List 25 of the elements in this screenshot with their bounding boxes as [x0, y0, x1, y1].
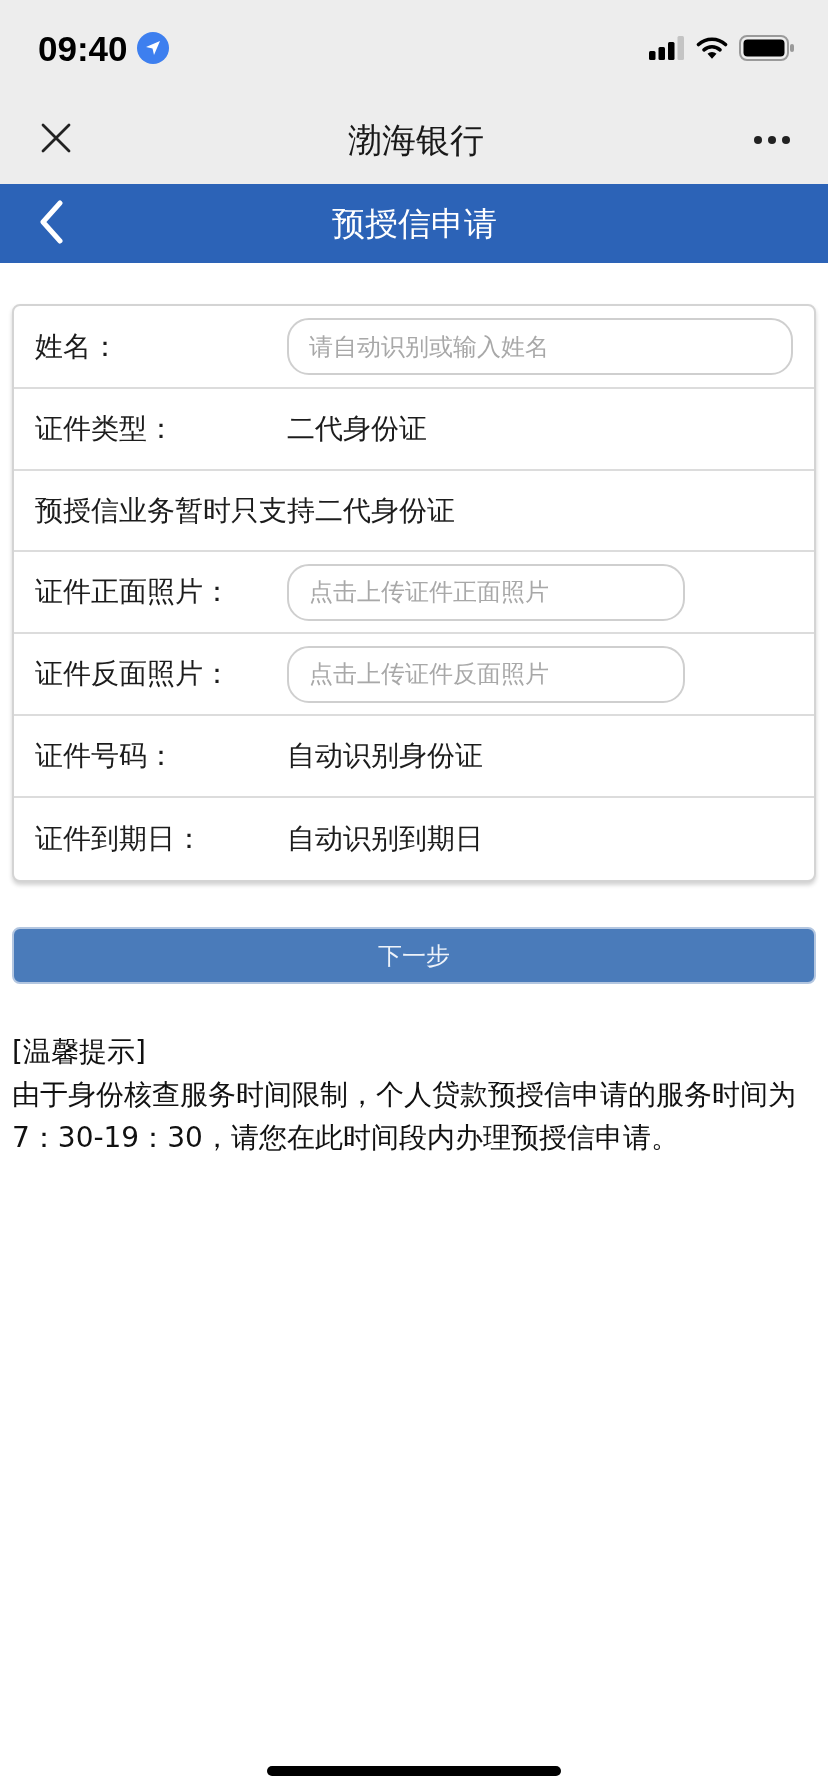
close-icon[interactable]	[41, 123, 71, 153]
notice-text: 预授信业务暂时只支持二代身份证	[35, 493, 455, 528]
tips-text: 由于身份核查服务时间限制，个人贷款预授信申请的服务时间为7：30-19：30，请您在此时间段内办理预授信申请。	[12, 1077, 797, 1156]
form-label: 证件反面照片：	[35, 657, 232, 691]
tips-heading: [温馨提示]	[12, 1034, 146, 1070]
app-title: 渤海银行	[347, 119, 484, 161]
form-value: 自动识别到期日	[287, 822, 483, 856]
name-input-field[interactable]: 请自动识别或输入姓名	[287, 318, 793, 375]
status-time: 09:40	[38, 30, 128, 66]
form-label: 证件号码：	[35, 739, 176, 773]
next-button[interactable]: 下一步	[12, 927, 816, 984]
form-label: 姓名：	[35, 329, 120, 364]
signal-icon	[649, 36, 685, 60]
form-label: 证件到期日：	[35, 822, 204, 856]
form-label: 证件类型：	[35, 412, 176, 446]
chevron-left-icon[interactable]	[38, 199, 64, 244]
form-value: 自动识别身份证	[287, 739, 483, 773]
upload-field[interactable]: 点击上传证件正面照片	[287, 563, 685, 621]
page-title: 预授信申请	[331, 203, 497, 244]
form-value: 二代身份证	[287, 412, 427, 446]
wifi-icon	[696, 36, 728, 60]
form-label: 证件正面照片：	[35, 575, 232, 609]
battery-icon	[739, 35, 795, 61]
upload-field[interactable]: 点击上传证件反面照片	[287, 645, 685, 703]
more-icon[interactable]	[754, 136, 790, 144]
